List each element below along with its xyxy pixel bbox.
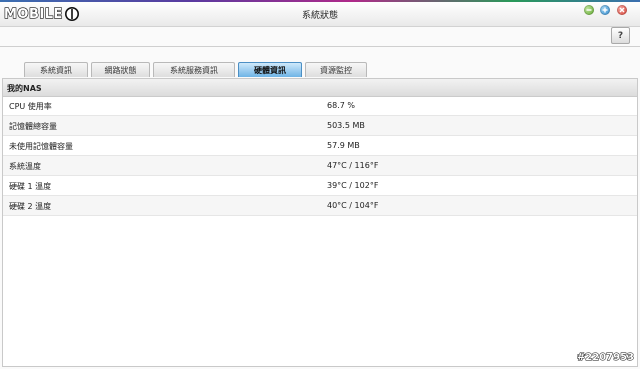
- row-label: 系統溫度: [9, 162, 41, 171]
- close-button[interactable]: [617, 5, 627, 15]
- maximize-icon: [602, 7, 608, 13]
- row-value: 57.9 MB: [327, 141, 360, 150]
- section-header: 我的NAS: [3, 79, 637, 97]
- watermark: #2207953: [576, 352, 634, 364]
- row-label: 記憶體總容量: [9, 122, 57, 131]
- hardware-info-panel: 我的NAS CPU 使用率 68.7 % 記憶體總容量 503.5 MB 未使用…: [2, 78, 638, 367]
- help-button[interactable]: ?: [611, 27, 630, 44]
- tab-bar: 系統資訊 網路狀態 系統服務資訊 硬體資訊 資源監控: [24, 62, 367, 78]
- title-bar: MOBILE 系統狀態: [0, 2, 640, 27]
- minimize-button[interactable]: [584, 5, 594, 15]
- row-value: 503.5 MB: [327, 121, 365, 130]
- row-label: 硬碟 1 溫度: [9, 182, 52, 191]
- info-row-total-memory: 記憶體總容量 503.5 MB: [3, 116, 637, 136]
- info-row-cpu: CPU 使用率 68.7 %: [3, 96, 637, 116]
- maximize-button[interactable]: [600, 5, 610, 15]
- window-title: 系統狀態: [301, 11, 338, 21]
- info-row-disk2-temp: 硬碟 2 溫度 40°C / 104°F: [3, 196, 637, 216]
- divider: [0, 46, 640, 47]
- info-row-system-temp: 系統溫度 47°C / 116°F: [3, 156, 637, 176]
- tab-service-info[interactable]: 系統服務資訊: [153, 62, 235, 77]
- info-row-free-memory: 未使用記憶體容量 57.9 MB: [3, 136, 637, 156]
- close-icon: [619, 7, 625, 13]
- row-value: 40°C / 104°F: [327, 201, 379, 210]
- info-row-disk1-temp: 硬碟 1 溫度 39°C / 102°F: [3, 176, 637, 196]
- row-value: 47°C / 116°F: [327, 161, 379, 170]
- section-title: 我的NAS: [7, 84, 42, 93]
- tab-resource-monitor[interactable]: 資源監控: [305, 62, 367, 77]
- tab-network-status[interactable]: 網路狀態: [91, 62, 150, 77]
- help-icon: ?: [617, 30, 624, 41]
- row-label: 未使用記憶體容量: [9, 142, 73, 151]
- row-label: 硬碟 2 溫度: [9, 202, 52, 211]
- row-value: 68.7 %: [327, 101, 355, 110]
- tab-system-info[interactable]: 系統資訊: [24, 62, 88, 77]
- minimize-icon: [586, 9, 592, 11]
- row-value: 39°C / 102°F: [327, 181, 379, 190]
- row-label: CPU 使用率: [9, 102, 52, 111]
- system-status-window: MOBILE 系統狀態 ? 系統資訊 網路狀態 系統服務資訊 硬體資訊 資源監控…: [0, 2, 640, 369]
- tab-hardware-info[interactable]: 硬體資訊: [238, 62, 302, 77]
